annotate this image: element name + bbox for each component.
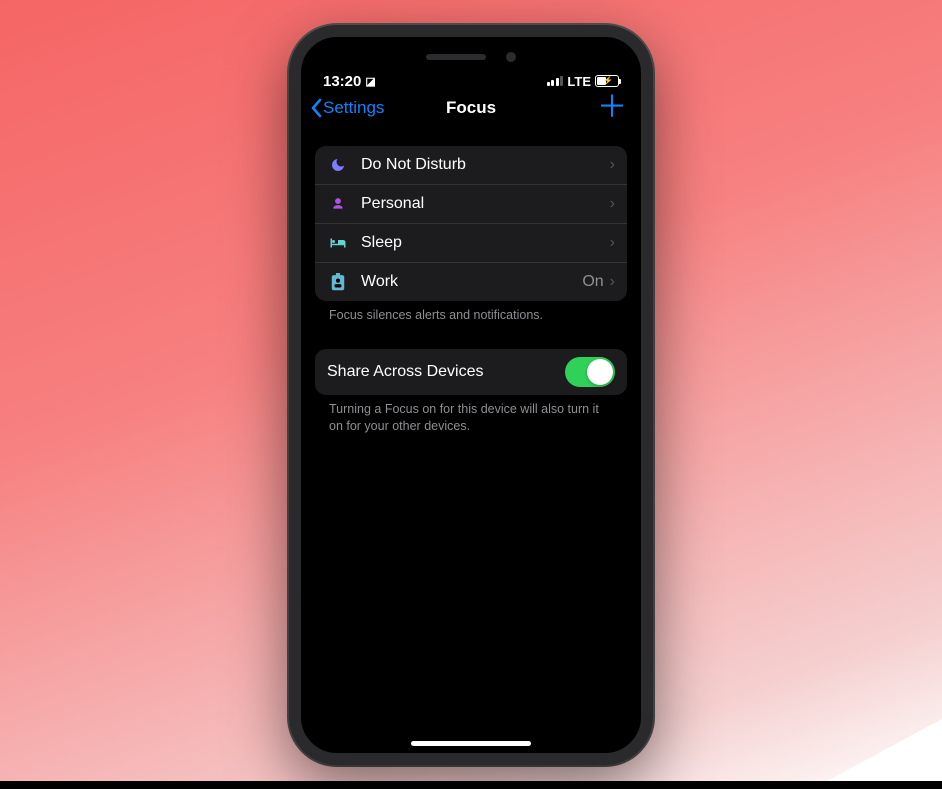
nav-bar: Settings Focus ＋ <box>301 90 641 128</box>
focus-modes-group: Do Not Disturb › Personal › Sleep › <box>315 146 627 301</box>
front-camera <box>506 52 516 62</box>
badge-icon <box>327 273 349 291</box>
location-icon: ◪ <box>365 75 375 88</box>
signal-icon <box>547 76 564 86</box>
notch <box>301 37 641 67</box>
chevron-right-icon: › <box>610 234 615 252</box>
focus-row-label: Personal <box>361 195 604 213</box>
home-indicator[interactable] <box>411 741 531 746</box>
back-button[interactable]: Settings <box>309 98 384 118</box>
focus-row-do-not-disturb[interactable]: Do Not Disturb › <box>315 146 627 184</box>
back-label: Settings <box>323 98 384 118</box>
chevron-right-icon: › <box>610 156 615 174</box>
moon-icon <box>327 157 349 173</box>
chevron-right-icon: › <box>610 273 615 291</box>
person-icon <box>327 196 349 212</box>
focus-row-sleep[interactable]: Sleep › <box>315 223 627 262</box>
network-label: LTE <box>567 74 591 89</box>
focus-row-value: On <box>582 273 603 291</box>
status-time: 13:20 <box>323 73 361 90</box>
chevron-left-icon <box>309 98 323 118</box>
chevron-right-icon: › <box>610 195 615 213</box>
bed-icon <box>327 236 349 250</box>
focus-row-label: Sleep <box>361 234 604 252</box>
speaker-grill <box>426 54 486 60</box>
share-footer-text: Turning a Focus on for this device will … <box>315 395 627 435</box>
status-bar: 13:20 ◪ LTE ⚡ <box>301 67 641 90</box>
focus-row-work[interactable]: Work On › <box>315 262 627 301</box>
toggle-knob <box>587 359 613 385</box>
share-toggle[interactable] <box>565 357 615 387</box>
focus-footer-text: Focus silences alerts and notifications. <box>315 301 627 324</box>
focus-row-label: Do Not Disturb <box>361 156 604 174</box>
battery-icon: ⚡ <box>595 75 619 87</box>
share-label: Share Across Devices <box>327 363 565 381</box>
decorative-corner <box>812 719 942 789</box>
focus-row-personal[interactable]: Personal › <box>315 184 627 223</box>
share-across-devices-row: Share Across Devices <box>315 349 627 395</box>
phone-frame: 13:20 ◪ LTE ⚡ Settings Focus ＋ <box>289 25 653 765</box>
add-button[interactable]: ＋ <box>597 98 627 118</box>
focus-row-label: Work <box>361 273 582 291</box>
page-title: Focus <box>446 98 496 118</box>
decorative-bottom-strip <box>0 781 942 789</box>
